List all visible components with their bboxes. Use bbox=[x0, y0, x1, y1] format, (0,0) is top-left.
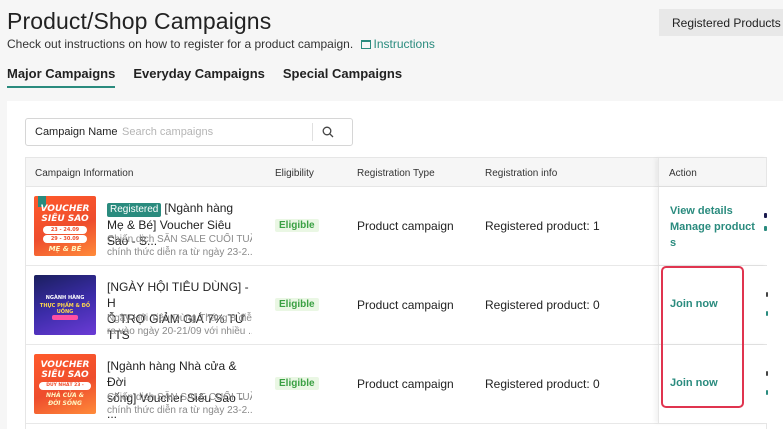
search-button[interactable] bbox=[313, 126, 343, 138]
campaign-search: Campaign Name bbox=[25, 118, 353, 146]
instructions-link[interactable]: Instructions bbox=[360, 37, 435, 51]
campaigns-panel: Campaign Name Campaign Information Eligi… bbox=[7, 101, 783, 429]
campaign-desc-line2: ra vào ngày 20-21/09 với nhiều ... bbox=[107, 326, 252, 337]
edge-mark bbox=[766, 390, 768, 395]
campaign-description: Chiến dịch SĂN SALE CUỐI TUẦN chính thức… bbox=[107, 391, 252, 417]
col-registration-type: Registration Type bbox=[357, 168, 435, 179]
thumb-line2: SIÊU SAO bbox=[41, 370, 89, 380]
thumb-pill: 23 - 24.09 bbox=[43, 226, 87, 234]
page-subtitle: Check out instructions on how to registe… bbox=[7, 37, 435, 51]
edge-mark bbox=[766, 371, 768, 376]
join-now-button[interactable]: Join now bbox=[670, 375, 718, 391]
eligibility-badge: Eligible bbox=[275, 219, 319, 232]
thumb-pill: DUY NHẤT 23 - 24.09 bbox=[39, 382, 91, 396]
thumb-line1: VOUCHER bbox=[40, 360, 90, 370]
registration-type: Product campaign bbox=[357, 377, 454, 391]
registration-type: Product campaign bbox=[357, 219, 454, 233]
campaign-tabs: Major Campaigns Everyday Campaigns Speci… bbox=[7, 66, 420, 88]
table-row: VOUCHER SIÊU SAO DUY NHẤT 23 - 24.09 NHÀ… bbox=[26, 345, 768, 424]
campaign-title-line1: [NGÀY HỘI TIÊU DÙNG] - H bbox=[107, 280, 249, 310]
edge-mark bbox=[764, 213, 767, 218]
view-details-link[interactable]: View details bbox=[670, 203, 755, 219]
campaigns-table: Campaign Information Eligibility Registr… bbox=[25, 157, 768, 429]
col-registration-info: Registration info bbox=[485, 168, 558, 179]
action-cell: Join now bbox=[658, 266, 768, 344]
campaign-desc-line2: chính thức diễn ra từ ngày 23-2... bbox=[107, 405, 252, 416]
thumb-line3: NHÀ CỬA & ĐỜI SỐNG bbox=[45, 392, 84, 407]
campaign-description: Chiến dịch SĂN SALE CUỐI TUẦN chính thức… bbox=[107, 233, 252, 259]
manage-products-label-wrap: s bbox=[670, 237, 677, 249]
thumb-line1: VOUCHER bbox=[40, 204, 90, 214]
registered-products-button[interactable]: Registered Products bbox=[659, 9, 783, 36]
book-icon bbox=[360, 40, 371, 49]
col-action-bg: Action bbox=[658, 158, 768, 186]
search-icon bbox=[322, 126, 334, 138]
thumb-line2: THỰC PHẨM & ĐỒ UỐNG bbox=[39, 303, 91, 315]
thumb-decoration bbox=[52, 315, 78, 320]
campaign-title-line1: [Ngành hàng Nhà cửa & Đời bbox=[107, 359, 237, 389]
campaign-desc-line1: Chiến dịch SĂN SALE CUỐI TUẦN bbox=[107, 234, 252, 245]
registration-type: Product campaign bbox=[357, 298, 454, 312]
manage-products-link[interactable]: Manage product s bbox=[670, 219, 755, 251]
campaign-desc-line2: chính thức diễn ra từ ngày 23-2... bbox=[107, 247, 252, 258]
tab-special-campaigns[interactable]: Special Campaigns bbox=[283, 66, 402, 88]
search-label: Campaign Name bbox=[35, 126, 118, 138]
registration-info: Registered product: 0 bbox=[485, 377, 600, 391]
registration-info: Registered product: 1 bbox=[485, 219, 600, 233]
join-now-button[interactable]: Join now bbox=[670, 296, 718, 312]
thumb-line1: NGÀNH HÀNG bbox=[45, 295, 85, 301]
table-header: Campaign Information Eligibility Registr… bbox=[26, 158, 766, 187]
action-cell: Join now bbox=[658, 345, 768, 423]
col-eligibility: Eligibility bbox=[275, 168, 314, 179]
subtitle-text: Check out instructions on how to registe… bbox=[7, 37, 354, 51]
manage-products-label: Manage product bbox=[670, 221, 755, 233]
edge-mark bbox=[764, 226, 767, 231]
campaign-thumbnail: VOUCHER SIÊU SAO DUY NHẤT 23 - 24.09 NHÀ… bbox=[34, 354, 96, 414]
eligibility-badge: Eligible bbox=[275, 298, 319, 311]
page-title: Product/Shop Campaigns bbox=[7, 8, 272, 34]
campaign-description: Ngày Hội Tiêu Dùng Tháng 8 diễn ra vào n… bbox=[107, 312, 252, 338]
registration-info: Registered product: 0 bbox=[485, 298, 600, 312]
edge-mark bbox=[766, 292, 768, 297]
thumb-line3: MẸ & BÉ bbox=[48, 245, 82, 253]
thumb-line2: SIÊU SAO bbox=[41, 214, 89, 224]
table-row: VOUCHER SIÊU SAO 23 - 24.09 29 - 30.09 M… bbox=[26, 187, 768, 266]
campaign-desc-line1: Chiến dịch SĂN SALE CUỐI TUẦN bbox=[107, 392, 252, 403]
registered-badge: Registered bbox=[107, 203, 162, 217]
campaign-thumbnail: NGÀNH HÀNG THỰC PHẨM & ĐỒ UỐNG bbox=[34, 275, 96, 335]
campaign-thumbnail: VOUCHER SIÊU SAO 23 - 24.09 29 - 30.09 M… bbox=[34, 196, 96, 256]
instructions-link-label: Instructions bbox=[373, 37, 435, 51]
action-cell: View details Manage product s bbox=[658, 187, 768, 265]
campaign-desc-line1: Ngày Hội Tiêu Dùng Tháng 8 diễn bbox=[107, 313, 252, 324]
eligibility-badge: Eligible bbox=[275, 377, 319, 390]
thumb-pill-2: 29 - 30.09 bbox=[43, 235, 87, 243]
tab-everyday-campaigns[interactable]: Everyday Campaigns bbox=[133, 66, 265, 88]
search-input[interactable] bbox=[122, 126, 312, 138]
tab-major-campaigns[interactable]: Major Campaigns bbox=[7, 66, 116, 88]
edge-mark bbox=[766, 311, 768, 316]
table-row: NGÀNH HÀNG THỰC PHẨM & ĐỒ UỐNG [NGÀY HỘI… bbox=[26, 266, 768, 345]
col-action: Action bbox=[669, 168, 697, 179]
col-campaign-information: Campaign Information bbox=[35, 168, 134, 179]
